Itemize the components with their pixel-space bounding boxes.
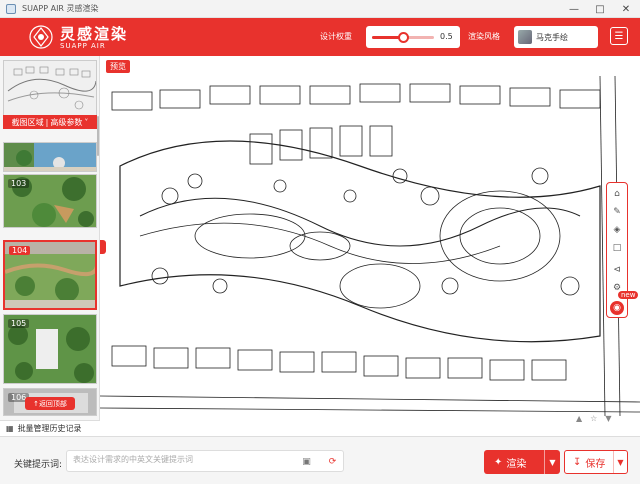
history-label: 批量管理历史记录 xyxy=(17,424,82,433)
preview-tag: 预览 xyxy=(106,60,130,73)
star-icon[interactable]: ☆ xyxy=(590,414,597,423)
style-label: 渲染风格 xyxy=(468,32,500,41)
app-header: 灵感渲染 SUAPP AIR 设计权重 0.5 渲染风格 马克手绘 ☰ xyxy=(0,18,640,56)
slider-track xyxy=(372,32,434,43)
style-select[interactable]: 马克手绘 xyxy=(514,26,598,48)
render-thumbnail[interactable] xyxy=(3,142,97,172)
render-thumbnail[interactable]: 105 xyxy=(3,314,97,384)
download-icon: ↧ xyxy=(573,456,582,468)
style-value: 马克手绘 xyxy=(536,33,568,42)
thumbnail-number: 103 xyxy=(8,179,30,188)
sidebar-collapse-handle[interactable] xyxy=(100,240,106,254)
prompt-bar: 关键提示词: ▣ ⟳ ✦ 渲染 ▼ ↧ 保存 ▼ xyxy=(0,436,640,484)
render-thumbnail-image xyxy=(4,143,96,171)
render-label: 渲染 xyxy=(506,458,527,470)
brand-name: 灵感渲染 xyxy=(60,25,129,43)
chevron-down-icon: ˅ xyxy=(84,117,89,127)
close-icon[interactable]: ✕ xyxy=(613,0,639,18)
render-canvas[interactable]: 预览 ⌂ ✎ ◈ □ ⊲ ⚙ ◉ new ▲ ☆ ▼ xyxy=(99,56,640,436)
thumbs-down-icon[interactable]: ▼ xyxy=(605,414,611,423)
edit-icon[interactable]: ✎ xyxy=(610,205,624,219)
translate-icon[interactable]: ⟳ xyxy=(327,456,338,467)
separator: | xyxy=(45,117,49,127)
sidebar-scrollbar[interactable] xyxy=(97,116,99,156)
render-thumbnail[interactable]: 103 xyxy=(3,174,97,228)
share-icon[interactable]: ⊲ xyxy=(610,263,624,277)
app-icon xyxy=(6,3,16,14)
screenshot-thumbnail[interactable] xyxy=(3,60,97,116)
brand-subtitle: SUAPP AIR xyxy=(60,42,106,50)
thumbs-up-icon[interactable]: ▲ xyxy=(576,414,582,423)
new-badge: new xyxy=(618,291,639,299)
home-icon[interactable]: ⌂ xyxy=(610,187,624,201)
sketch-thumbnail-image xyxy=(4,61,96,115)
chevron-down-icon[interactable]: ▼ xyxy=(613,451,627,473)
feedback-icons: ▲ ☆ ▼ xyxy=(576,414,611,423)
maximize-icon[interactable]: □ xyxy=(587,0,613,18)
render-icon: ✦ xyxy=(494,456,503,468)
chevron-down-icon[interactable]: ▼ xyxy=(544,450,560,474)
brand-logo-icon xyxy=(29,25,53,49)
ai-icon[interactable]: ◉ xyxy=(610,301,624,315)
thumbnail-number: 105 xyxy=(8,319,30,328)
screenshot-area-button[interactable]: 截图区域 xyxy=(12,117,44,128)
crop-icon[interactable]: □ xyxy=(610,241,624,255)
site-plan-sketch xyxy=(99,56,640,436)
keyword-input-box[interactable]: ▣ ⟳ xyxy=(66,450,344,472)
back-to-top-label: 返回顶部 xyxy=(38,399,67,408)
history-manager[interactable]: ▦ 批量管理历史记录 xyxy=(0,420,100,436)
render-button[interactable]: ✦ 渲染 ▼ xyxy=(484,450,560,474)
slider-knob[interactable] xyxy=(398,32,409,43)
menu-icon[interactable]: ☰ xyxy=(610,27,628,45)
render-thumbnail-selected[interactable]: 104 xyxy=(3,240,97,310)
image-icon[interactable]: ▣ xyxy=(301,456,312,467)
window-title: SUAPP AIR 灵感渲染 xyxy=(22,4,99,13)
grid-icon: ▦ xyxy=(6,424,14,433)
minimize-icon[interactable]: — xyxy=(561,0,587,18)
design-weight-label: 设计权重 xyxy=(320,32,352,41)
keyword-label: 关键提示词: xyxy=(14,460,63,470)
save-button[interactable]: ↧ 保存 ▼ xyxy=(564,450,628,474)
back-to-top-button[interactable]: ↑ 返回顶部 xyxy=(25,397,75,410)
upload-params-bar[interactable]: 截图区域 | 高级参数 ˅ xyxy=(3,115,97,129)
thumbnail-number: 104 xyxy=(9,246,31,255)
layers-icon[interactable]: ◈ xyxy=(610,223,624,237)
save-label: 保存 xyxy=(585,458,606,470)
window-titlebar: SUAPP AIR 灵感渲染 — □ ✕ xyxy=(0,0,640,18)
design-weight-slider[interactable]: 0.5 xyxy=(366,26,460,48)
history-sidebar: 截图区域 | 高级参数 ˅ 103 104 105 106 ↑ 返回顶部 ▦ 批… xyxy=(0,56,100,436)
keyword-input[interactable] xyxy=(73,455,293,464)
design-weight-value: 0.5 xyxy=(440,32,453,41)
advanced-params-button[interactable]: 高级参数 xyxy=(50,117,82,128)
style-thumbnail xyxy=(518,30,532,44)
